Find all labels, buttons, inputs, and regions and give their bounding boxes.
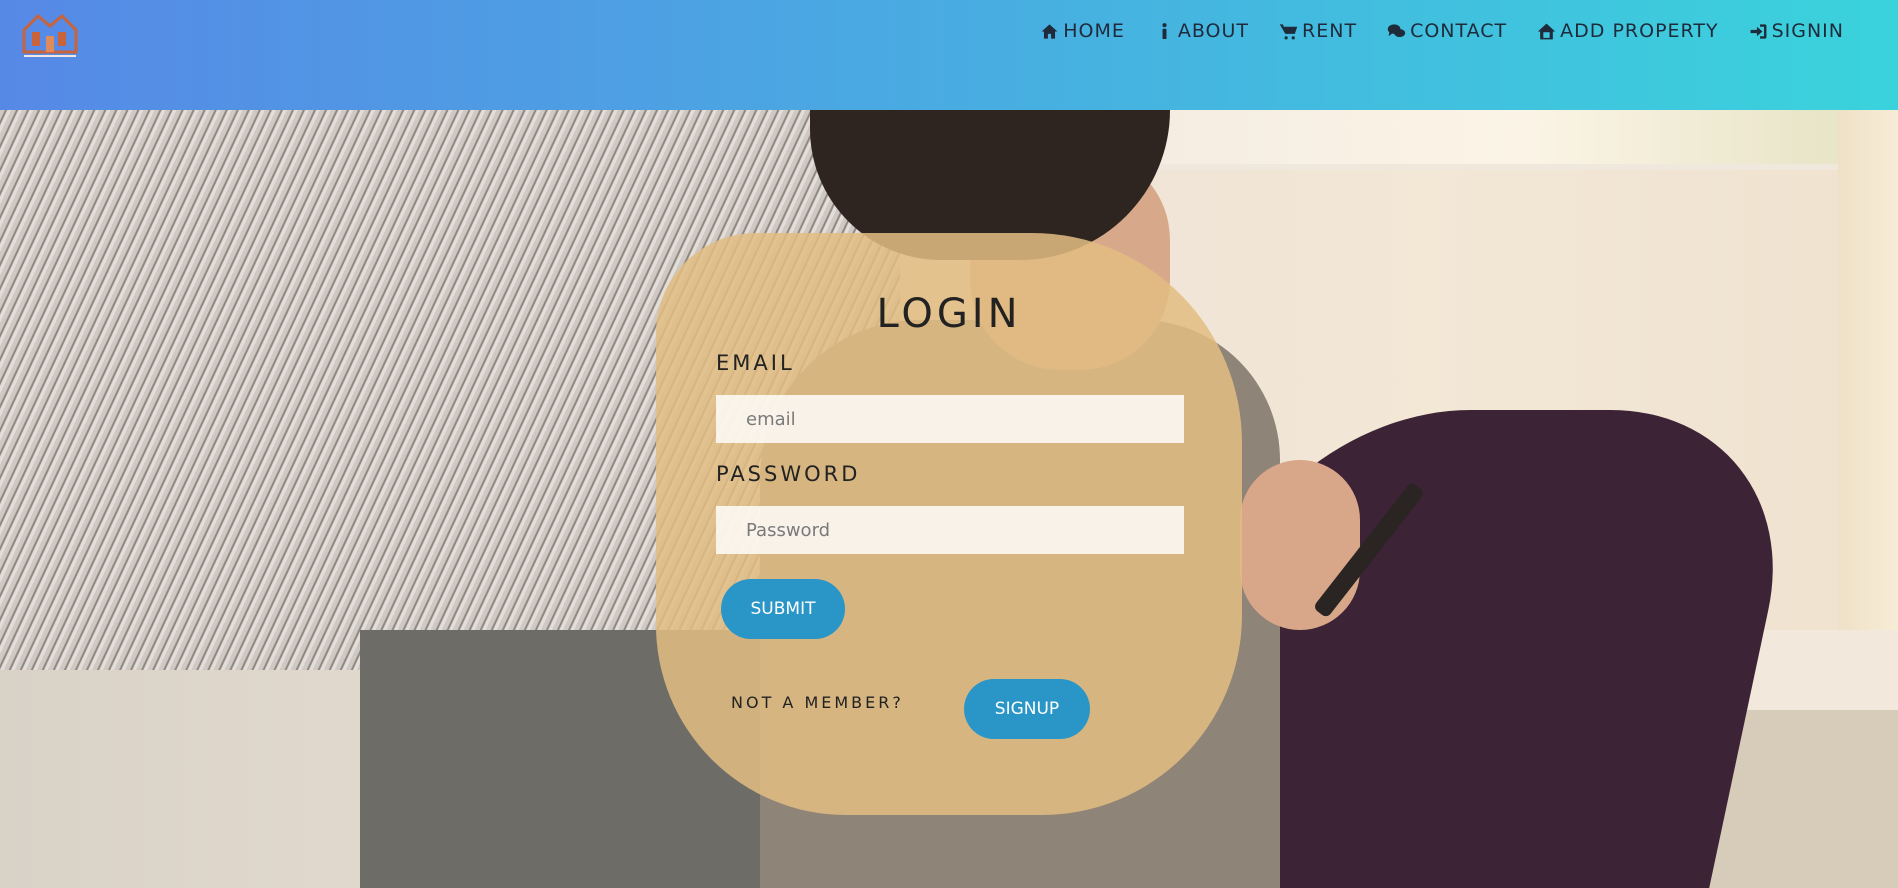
top-navbar: HOME ABOUT RENT CONTACT ADD PROPERTY SIG… [0,0,1898,110]
nav-item-about[interactable]: ABOUT [1155,20,1249,42]
nav-item-label: ABOUT [1177,20,1250,42]
cart-icon [1279,23,1298,39]
login-form: LOGIN EMAIL PASSWORD SUBMIT NOT A MEMBER… [656,233,1242,815]
email-label: EMAIL [716,351,795,375]
login-title: LOGIN [876,291,1022,337]
site-logo[interactable] [20,8,80,60]
nav-item-home[interactable]: HOME [1040,20,1125,42]
password-label: PASSWORD [716,462,861,486]
info-icon [1162,22,1167,39]
nav-item-rent[interactable]: RENT [1279,20,1357,42]
nav-item-signin[interactable]: SIGNIN [1749,20,1844,42]
person-hand [1240,460,1360,630]
email-input[interactable] [716,395,1184,443]
home-icon [1041,23,1058,39]
signup-button[interactable]: SIGNUP [964,679,1090,739]
house-plus-icon [1537,23,1556,39]
window-sill [1160,110,1898,170]
chat-icon [1387,23,1406,37]
nav-item-label: CONTACT [1410,20,1508,42]
nav-item-contact[interactable]: CONTACT [1387,20,1507,42]
password-input[interactable] [716,506,1184,554]
nav-item-add-property[interactable]: ADD PROPERTY [1537,20,1718,42]
main-nav: HOME ABOUT RENT CONTACT ADD PROPERTY SIG… [1040,20,1844,42]
submit-button[interactable]: SUBMIT [721,579,845,639]
nav-item-label: ADD PROPERTY [1560,20,1719,42]
nav-item-label: SIGNIN [1771,20,1844,42]
nav-item-label: HOME [1063,20,1125,42]
signin-icon [1750,23,1766,39]
nav-item-label: RENT [1302,20,1358,42]
not-a-member-text: NOT A MEMBER? [731,693,904,712]
